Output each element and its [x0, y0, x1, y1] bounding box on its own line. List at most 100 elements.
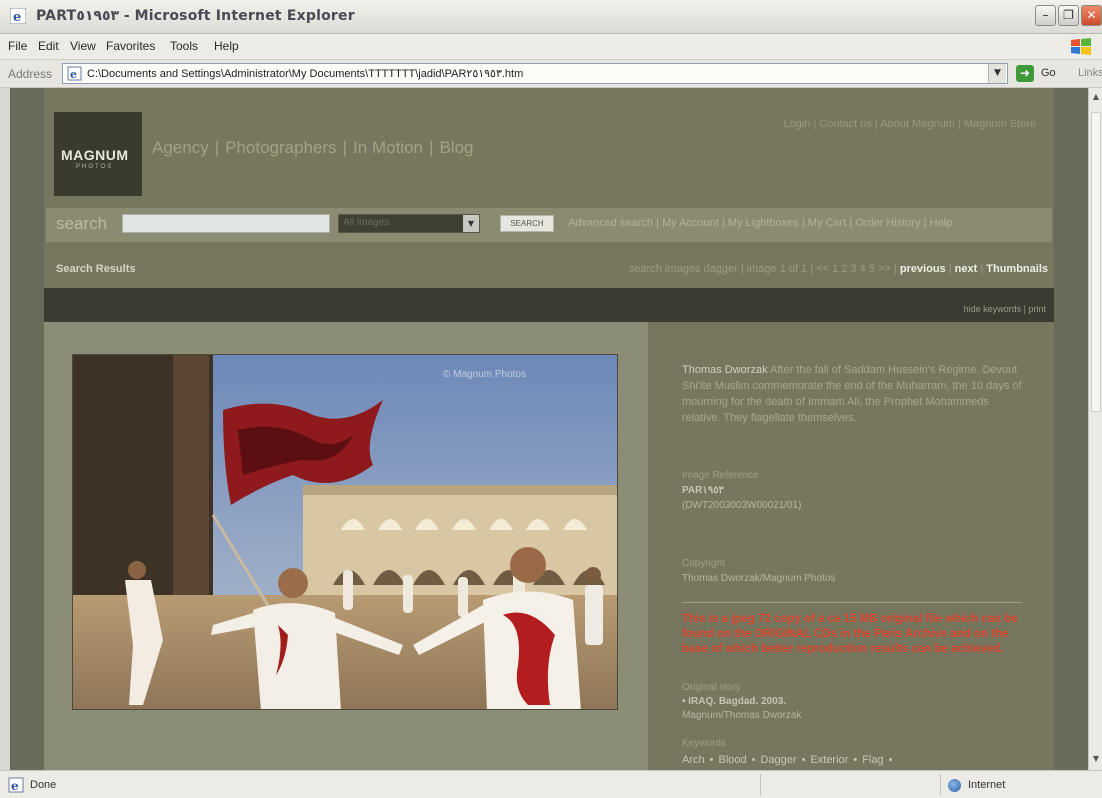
account-links: Advanced search | My Account | My Lightb…	[568, 217, 953, 229]
image-reference-value: PAR١٩٥٣	[682, 485, 724, 496]
advanced-search-link[interactable]: Advanced search	[568, 217, 653, 229]
archive-note: This is a jpeg 72 copy of a ca 15 MB ori…	[682, 613, 1018, 655]
nav-in-motion[interactable]: In Motion	[353, 138, 423, 157]
vertical-scrollbar[interactable]: ▲ ▼	[1088, 88, 1102, 770]
menu-tools[interactable]: Tools	[170, 39, 198, 53]
address-bar: Address e C:\Documents and Settings\Admi…	[0, 60, 1102, 88]
internet-globe-icon	[948, 779, 961, 792]
results-nav: search images dagger | image 1 of 1 | <<…	[628, 263, 1048, 275]
menu-help[interactable]: Help	[214, 39, 239, 53]
login-link[interactable]: Login	[783, 118, 810, 130]
scroll-up-icon[interactable]: ▲	[1090, 90, 1102, 104]
search-bar: search All images ▼ SEARCH Advanced sear…	[46, 208, 1052, 242]
status-divider	[940, 774, 941, 796]
chevron-down-icon: ▼	[463, 215, 479, 232]
results-bar: Search Results search images dagger | im…	[44, 260, 1054, 282]
my-account-link[interactable]: My Account	[662, 217, 719, 229]
my-lightboxes-link[interactable]: My Lightboxes	[728, 217, 799, 229]
address-input[interactable]: e C:\Documents and Settings\Administrato…	[62, 63, 1008, 84]
search-scope-select[interactable]: All images ▼	[338, 214, 480, 233]
original-story-credit: Magnum/Thomas Dworzak	[682, 710, 802, 721]
keywords-label: Keywords	[682, 738, 726, 749]
window-title-bar: e PART٥١٩٥٣ - Microsoft Internet Explore…	[0, 0, 1102, 34]
my-cart-link[interactable]: My Cart	[808, 217, 847, 229]
page-done-icon: e	[8, 777, 24, 793]
nav-agency[interactable]: Agency	[152, 138, 209, 157]
address-url: C:\Documents and Settings\Administrator\…	[87, 68, 524, 80]
menu-bar: File Edit View Favorites Tools Help	[0, 34, 1102, 60]
main-nav: Agency | Photographers | In Motion | Blog	[152, 138, 474, 157]
original-story-value[interactable]: • IRAQ. Bagdad. 2003.	[682, 696, 786, 707]
magnum-logo[interactable]: MAGNUM PHOTOS	[54, 112, 142, 196]
scrollbar-thumb[interactable]	[1091, 112, 1101, 412]
print-link[interactable]: print	[1028, 304, 1046, 314]
svg-text:e: e	[13, 10, 21, 24]
keywords-list: Arch • Blood • Dagger • Exterior • Flag •	[682, 754, 893, 766]
keyword-link[interactable]: Blood	[718, 754, 746, 766]
browser-viewport: MAGNUM PHOTOS Agency | Photographers | In Mo…	[10, 88, 1088, 770]
top-links: Login | Contact us | About Magnum | Magn…	[783, 118, 1036, 130]
scroll-down-icon[interactable]: ▼	[1090, 752, 1102, 766]
address-dropdown-button[interactable]: ▼	[988, 64, 1006, 83]
status-bar: e Done Internet	[0, 770, 1102, 798]
menu-edit[interactable]: Edit	[38, 39, 59, 53]
minimize-button[interactable]: –	[1035, 5, 1056, 26]
svg-text:e: e	[11, 779, 19, 793]
photo-watermark: © Magnum Photos	[443, 369, 526, 380]
about-link[interactable]: About Magnum	[880, 118, 955, 130]
status-divider	[760, 774, 761, 796]
photo-caption: Thomas Dworzak After the fall of Saddam …	[682, 362, 1022, 426]
go-arrow-icon[interactable]: ➜	[1016, 65, 1034, 82]
restore-button[interactable]: ❐	[1058, 5, 1079, 26]
nav-blog[interactable]: Blog	[439, 138, 473, 157]
divider	[682, 602, 1022, 603]
nav-photographers[interactable]: Photographers	[225, 138, 337, 157]
magnum-page: MAGNUM PHOTOS Agency | Photographers | In Mo…	[44, 88, 1054, 770]
search-scope-value: All images	[343, 217, 390, 228]
utility-band: hide keywords | print	[44, 288, 1054, 322]
results-title: Search Results	[56, 263, 136, 275]
menu-view[interactable]: View	[70, 39, 96, 53]
search-button[interactable]: SEARCH	[500, 215, 554, 232]
keyword-link[interactable]: Exterior	[810, 754, 848, 766]
copyright-label: Copyright	[682, 558, 725, 569]
next-link[interactable]: next	[955, 263, 978, 275]
caption-author[interactable]: Thomas Dworzak	[682, 364, 768, 376]
search-label: search	[56, 214, 108, 233]
image-reference-sub: (DWT2003003W00021/01)	[682, 500, 802, 511]
image-reference-label: Image Reference	[682, 470, 759, 481]
menu-favorites[interactable]: Favorites	[106, 39, 155, 53]
original-story-label: Original story	[682, 682, 741, 693]
order-history-link[interactable]: Order History	[855, 217, 920, 229]
logo-name: MAGNUM	[61, 147, 129, 163]
menu-file[interactable]: File	[8, 39, 27, 53]
links-button[interactable]: Links	[1078, 67, 1102, 79]
hide-keywords-link[interactable]: hide keywords	[964, 304, 1022, 314]
windows-logo-icon	[1071, 38, 1091, 55]
internet-explorer-icon: e	[10, 8, 26, 24]
main-photo[interactable]: © Magnum Photos	[72, 354, 618, 710]
keyword-link[interactable]: Flag	[862, 754, 883, 766]
status-text: Done	[30, 779, 57, 791]
close-button[interactable]: ✕	[1081, 5, 1102, 26]
utility-links: hide keywords | print	[963, 304, 1046, 314]
svg-text:e: e	[70, 68, 77, 81]
page-icon: e	[67, 66, 82, 81]
search-input[interactable]	[122, 214, 330, 233]
window-title: PART٥١٩٥٣ - Microsoft Internet Explorer	[36, 8, 355, 24]
logo-sub: PHOTOS	[76, 164, 114, 170]
keyword-link[interactable]: Arch	[682, 754, 705, 766]
store-link[interactable]: Magnum Store	[964, 118, 1036, 130]
keyword-link[interactable]: Dagger	[760, 754, 796, 766]
thumbnails-link[interactable]: Thumbnails	[986, 263, 1048, 275]
security-zone: Internet	[968, 779, 1006, 791]
copyright-value: Thomas Dworzak/Magnum Photos	[682, 573, 836, 584]
details-panel: Thomas Dworzak After the fall of Saddam …	[652, 322, 1054, 770]
previous-link[interactable]: previous	[900, 263, 946, 275]
image-panel: © Magnum Photos	[44, 322, 648, 770]
go-button[interactable]: Go	[1041, 67, 1056, 79]
address-label: Address	[8, 67, 53, 81]
help-link[interactable]: Help	[930, 217, 953, 229]
contact-link[interactable]: Contact us	[819, 118, 872, 130]
results-pager[interactable]: search images dagger | image 1 of 1 | <<…	[629, 263, 897, 275]
